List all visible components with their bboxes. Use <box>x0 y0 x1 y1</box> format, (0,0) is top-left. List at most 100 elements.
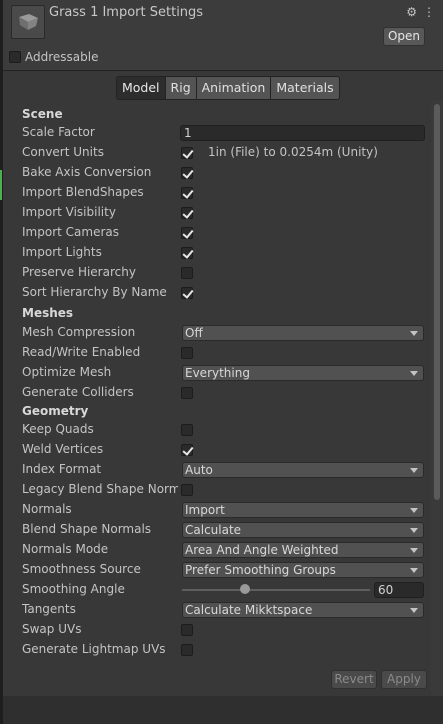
import-visibility-label: Import Visibility <box>22 205 116 219</box>
blend-normals-dropdown[interactable]: Calculate <box>182 522 424 538</box>
tangents-value: Calculate Mikktspace <box>185 603 313 617</box>
row-read-write: Read/Write Enabled <box>22 343 429 363</box>
mesh-compression-dropdown[interactable]: Off <box>182 325 424 341</box>
addressable-checkbox[interactable] <box>9 51 21 63</box>
sliders-icon[interactable]: ⚙ <box>406 5 417 19</box>
normals-label: Normals <box>22 502 72 516</box>
smoothing-angle-handle[interactable] <box>239 584 250 594</box>
import-visibility-checkbox[interactable] <box>181 207 193 219</box>
chevron-down-icon <box>410 548 418 553</box>
weld-vertices-label: Weld Vertices <box>22 442 104 456</box>
addressable-toggle[interactable]: Addressable <box>9 50 98 64</box>
open-button[interactable]: Open <box>383 27 425 46</box>
row-generate-colliders: Generate Colliders <box>22 383 429 403</box>
row-bake-axis: Bake Axis Conversion <box>22 163 429 183</box>
mesh-compression-label: Mesh Compression <box>22 325 136 339</box>
row-swap-uvs: Swap UVs <box>22 620 429 640</box>
preserve-hierarchy-checkbox[interactable] <box>181 267 193 279</box>
convert-units-checkbox[interactable] <box>181 147 193 159</box>
row-keep-quads: Keep Quads <box>22 420 429 440</box>
more-vert-icon[interactable]: ⋮ <box>423 5 435 19</box>
sort-hierarchy-label: Sort Hierarchy By Name <box>22 285 167 299</box>
chevron-down-icon <box>410 508 418 513</box>
section-geometry: Geometry <box>22 404 89 418</box>
chevron-down-icon <box>410 371 418 376</box>
normals-mode-dropdown[interactable]: Area And Angle Weighted <box>182 542 424 558</box>
addressable-label: Addressable <box>25 50 99 64</box>
import-tabs: Model Rig Animation Materials <box>116 76 340 100</box>
smoothing-angle-track[interactable] <box>182 589 370 591</box>
row-smoothness-source: Smoothness Source Prefer Smoothing Group… <box>22 560 429 580</box>
lightmap-uvs-label: Generate Lightmap UVs <box>22 642 166 656</box>
weld-vertices-checkbox[interactable] <box>181 444 193 456</box>
smoothness-source-value: Prefer Smoothing Groups <box>185 563 336 577</box>
preserve-hierarchy-label: Preserve Hierarchy <box>22 265 136 279</box>
chevron-down-icon <box>410 568 418 573</box>
smoothness-source-label: Smoothness Source <box>22 562 141 576</box>
keep-quads-label: Keep Quads <box>22 422 94 436</box>
index-format-value: Auto <box>185 463 213 477</box>
tangents-dropdown[interactable]: Calculate Mikktspace <box>182 602 424 618</box>
row-convert-units: Convert Units 1in (File) to 0.0254m (Uni… <box>22 143 429 163</box>
row-import-lights: Import Lights <box>22 243 429 263</box>
inspector-scrollbar[interactable] <box>431 100 443 696</box>
model-settings-panel: Scene Scale Factor 1 Convert Units 1in (… <box>3 100 431 696</box>
legacy-blend-checkbox[interactable] <box>181 484 193 496</box>
row-normals-mode: Normals Mode Area And Angle Weighted <box>22 540 429 560</box>
row-mesh-compression: Mesh Compression Off <box>22 323 429 343</box>
import-lights-label: Import Lights <box>22 245 102 259</box>
inspector-header: Grass 1 Import Settings ⚙ ⋮ Open Address… <box>3 0 443 71</box>
bake-axis-checkbox[interactable] <box>181 167 193 179</box>
chevron-down-icon <box>410 331 418 336</box>
section-meshes: Meshes <box>22 306 74 320</box>
row-blend-normals: Blend Shape Normals Calculate <box>22 520 429 540</box>
import-lights-checkbox[interactable] <box>181 247 193 259</box>
generate-colliders-label: Generate Colliders <box>22 385 134 399</box>
tab-materials[interactable]: Materials <box>271 77 339 99</box>
optimize-mesh-label: Optimize Mesh <box>22 365 112 379</box>
keep-quads-checkbox[interactable] <box>181 424 193 436</box>
convert-units-label: Convert Units <box>22 145 104 159</box>
tab-model[interactable]: Model <box>117 77 166 99</box>
smoothing-angle-label: Smoothing Angle <box>22 582 125 596</box>
tab-rig[interactable]: Rig <box>165 77 197 99</box>
legacy-blend-label: Legacy Blend Shape Normals <box>22 482 178 496</box>
chevron-down-icon <box>410 528 418 533</box>
chevron-down-icon <box>410 468 418 473</box>
normals-mode-value: Area And Angle Weighted <box>185 543 339 557</box>
normals-value: Import <box>185 503 225 517</box>
index-format-dropdown[interactable]: Auto <box>182 462 424 478</box>
row-optimize-mesh: Optimize Mesh Everything <box>22 363 429 383</box>
chevron-down-icon <box>410 608 418 613</box>
import-blendshapes-checkbox[interactable] <box>181 187 193 199</box>
revert-button[interactable]: Revert <box>331 670 377 689</box>
import-cameras-checkbox[interactable] <box>181 227 193 239</box>
tab-animation[interactable]: Animation <box>196 77 272 99</box>
row-lightmap-uvs: Generate Lightmap UVs <box>22 640 429 660</box>
row-smoothing-angle: Smoothing Angle 60 <box>22 580 429 600</box>
smoothing-angle-input[interactable]: 60 <box>374 582 424 598</box>
apply-button[interactable]: Apply <box>381 670 427 689</box>
smoothness-source-dropdown[interactable]: Prefer Smoothing Groups <box>182 562 424 578</box>
normals-mode-label: Normals Mode <box>22 542 109 556</box>
normals-dropdown[interactable]: Import <box>182 502 424 518</box>
asset-thumbnail-icon <box>11 5 45 39</box>
generate-colliders-checkbox[interactable] <box>181 387 193 399</box>
section-scene: Scene <box>22 107 63 121</box>
read-write-label: Read/Write Enabled <box>22 345 141 359</box>
blend-normals-label: Blend Shape Normals <box>22 522 152 536</box>
optimize-mesh-dropdown[interactable]: Everything <box>182 365 424 381</box>
scale-factor-input[interactable]: 1 <box>180 125 425 141</box>
row-scale-factor: Scale Factor 1 <box>22 123 429 143</box>
tangents-label: Tangents <box>22 602 76 616</box>
swap-uvs-checkbox[interactable] <box>181 624 193 636</box>
mesh-compression-value: Off <box>185 326 203 340</box>
lightmap-uvs-checkbox[interactable] <box>181 644 193 656</box>
scale-factor-label: Scale Factor <box>22 125 95 139</box>
scrollbar-thumb[interactable] <box>434 104 440 500</box>
row-sort-hierarchy: Sort Hierarchy By Name <box>22 283 429 303</box>
row-import-visibility: Import Visibility <box>22 203 429 223</box>
row-legacy-blend: Legacy Blend Shape Normals <box>22 480 429 500</box>
read-write-checkbox[interactable] <box>181 347 193 359</box>
sort-hierarchy-checkbox[interactable] <box>181 287 193 299</box>
